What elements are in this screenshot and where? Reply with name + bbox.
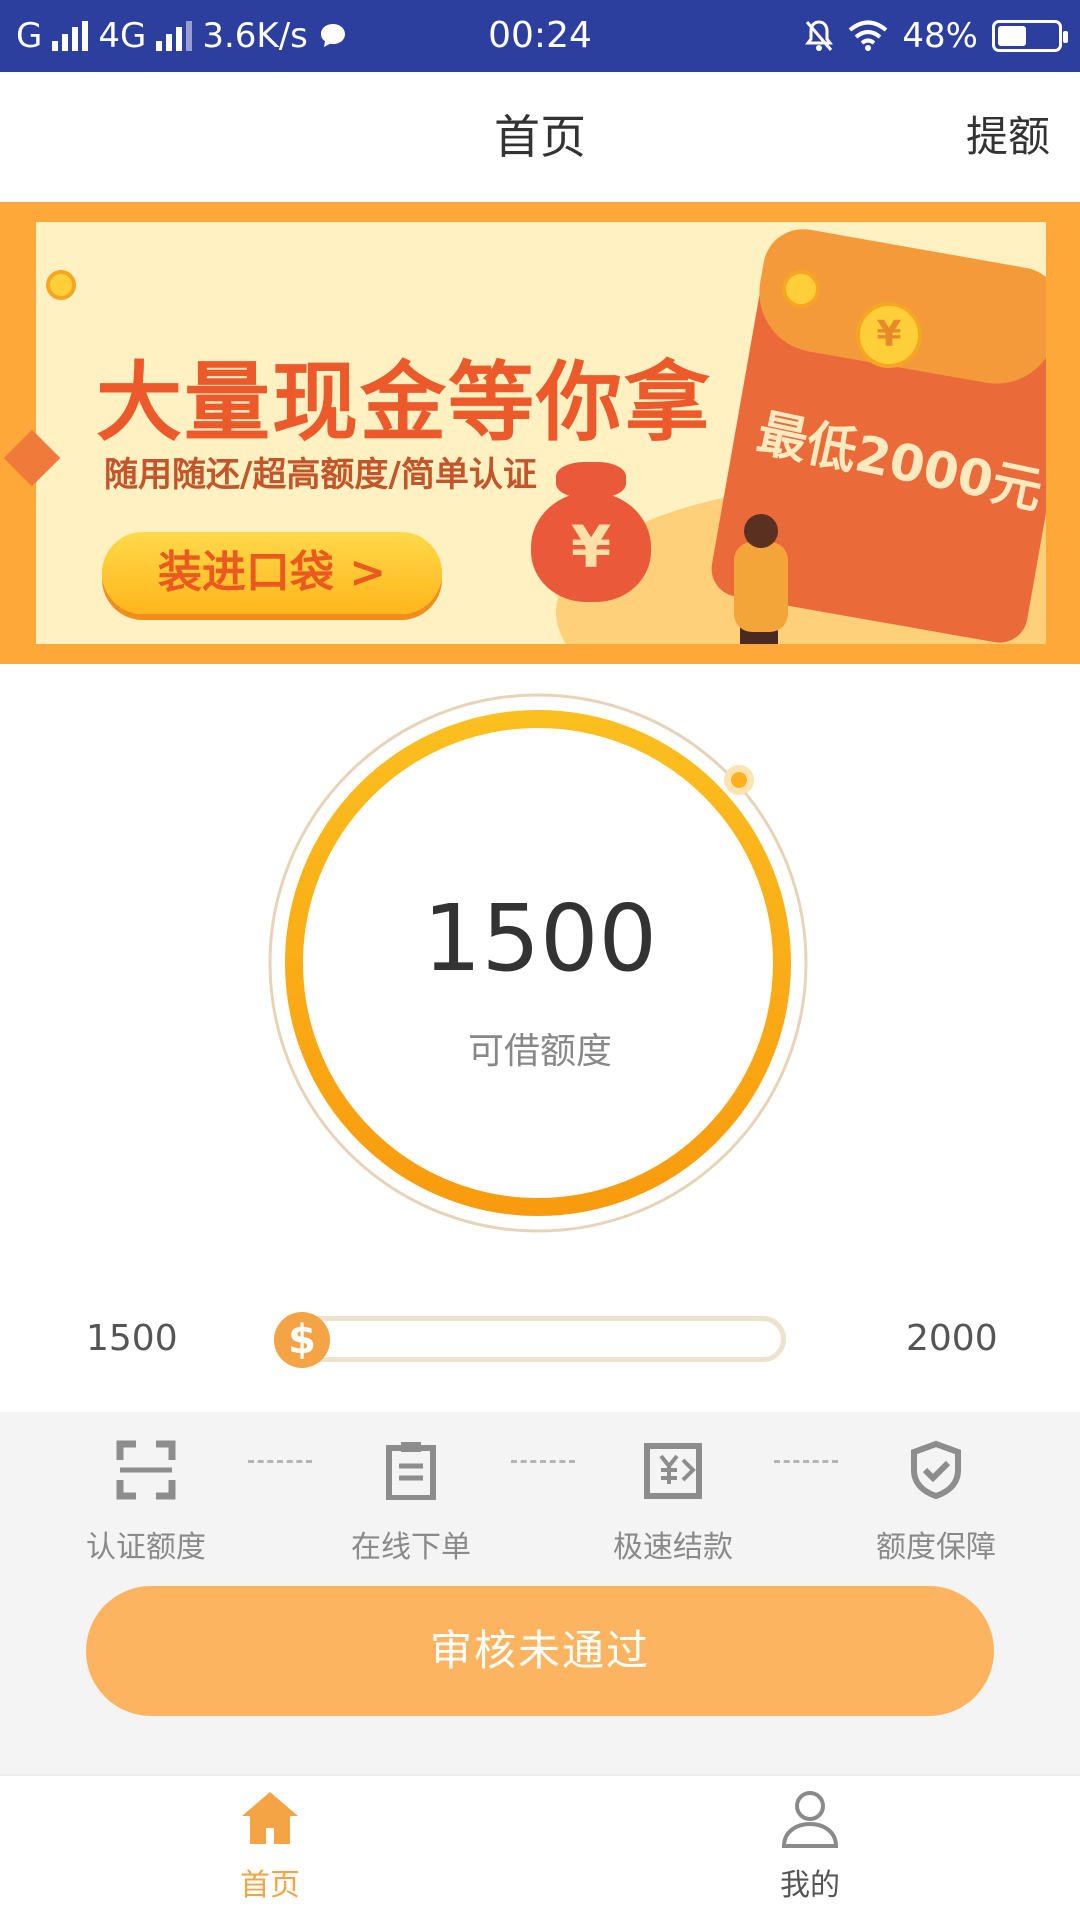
wifi-icon bbox=[849, 20, 888, 51]
page-title: 首页 bbox=[494, 110, 586, 164]
slider-max-label: 2000 bbox=[906, 1318, 998, 1359]
coin-icon: ¥ bbox=[856, 302, 922, 368]
step-online-order: 在线下单 bbox=[311, 1440, 511, 1566]
step-connector bbox=[248, 1460, 312, 1463]
chat-bubble-icon bbox=[320, 24, 345, 47]
amount-slider-thumb[interactable]: $ bbox=[274, 1312, 330, 1368]
credit-amount: 1500 bbox=[422, 885, 658, 992]
status-right: 48% bbox=[804, 0, 1068, 72]
amount-slider-track[interactable] bbox=[274, 1316, 786, 1362]
signal-icon bbox=[52, 21, 89, 51]
tab-label: 我的 bbox=[780, 1868, 840, 1903]
battery-icon bbox=[992, 20, 1068, 52]
home-icon bbox=[242, 1792, 298, 1844]
battery-fill bbox=[998, 26, 1026, 46]
tab-home[interactable]: 首页 bbox=[170, 1786, 370, 1904]
banner-subtitle: 随用随还/超高额度/简单认证 bbox=[104, 455, 537, 495]
shield-check-icon bbox=[911, 1440, 961, 1500]
credit-label: 可借额度 bbox=[467, 1031, 612, 1072]
raise-limit-link[interactable]: 提额 bbox=[966, 72, 1050, 202]
status-bar: G 4G 3.6K/s 00:24 48% bbox=[0, 0, 1080, 72]
coin-icon-small bbox=[782, 270, 820, 308]
network-speed: 3.6K/s bbox=[202, 16, 308, 56]
scan-frame-icon bbox=[116, 1440, 176, 1500]
person-head bbox=[744, 514, 778, 548]
tab-label: 首页 bbox=[240, 1868, 300, 1903]
person-illustration bbox=[734, 542, 788, 632]
step-label: 认证额度 bbox=[86, 1530, 206, 1565]
step-label: 额度保障 bbox=[876, 1530, 996, 1565]
promo-banner[interactable]: 最低2000元 ¥ ¥ 大量现金等你拿 随用随还/超高额度/简单认证 装进口袋 … bbox=[0, 202, 1080, 664]
banner-headline: 大量现金等你拿 bbox=[96, 353, 712, 453]
step-label: 极速结款 bbox=[613, 1530, 733, 1565]
coin-icon-tiny bbox=[46, 270, 76, 300]
battery-percent: 48% bbox=[902, 16, 978, 56]
slider-min-label: 1500 bbox=[86, 1318, 178, 1359]
bottom-tab-bar bbox=[0, 1774, 1080, 1920]
user-icon bbox=[781, 1791, 839, 1848]
review-status-button[interactable]: 审核未通过 bbox=[86, 1586, 994, 1716]
step-connector bbox=[774, 1460, 838, 1463]
step-limit-guarantee: 额度保障 bbox=[836, 1440, 1036, 1566]
step-label: 在线下单 bbox=[351, 1530, 471, 1565]
clipboard-icon bbox=[386, 1442, 436, 1500]
tab-mine[interactable]: 我的 bbox=[710, 1786, 910, 1904]
money-transfer-icon bbox=[644, 1443, 702, 1499]
status-left: G 4G 3.6K/s bbox=[16, 0, 348, 72]
network-label: 4G bbox=[98, 16, 147, 56]
step-connector bbox=[511, 1460, 575, 1463]
mute-bell-icon bbox=[805, 20, 834, 51]
promo-banner-card: 最低2000元 ¥ ¥ 大量现金等你拿 随用随还/超高额度/简单认证 装进口袋 … bbox=[36, 222, 1046, 644]
app-header: 首页 提额 bbox=[0, 72, 1080, 202]
step-certify-limit: 认证额度 bbox=[46, 1440, 246, 1566]
step-fast-settlement: 极速结款 bbox=[573, 1440, 773, 1566]
signal-icon-2 bbox=[156, 21, 193, 51]
banner-cta-button[interactable]: 装进口袋 > bbox=[102, 532, 442, 614]
money-bag-icon: ¥ bbox=[531, 492, 651, 602]
carrier-label: G bbox=[16, 16, 43, 56]
